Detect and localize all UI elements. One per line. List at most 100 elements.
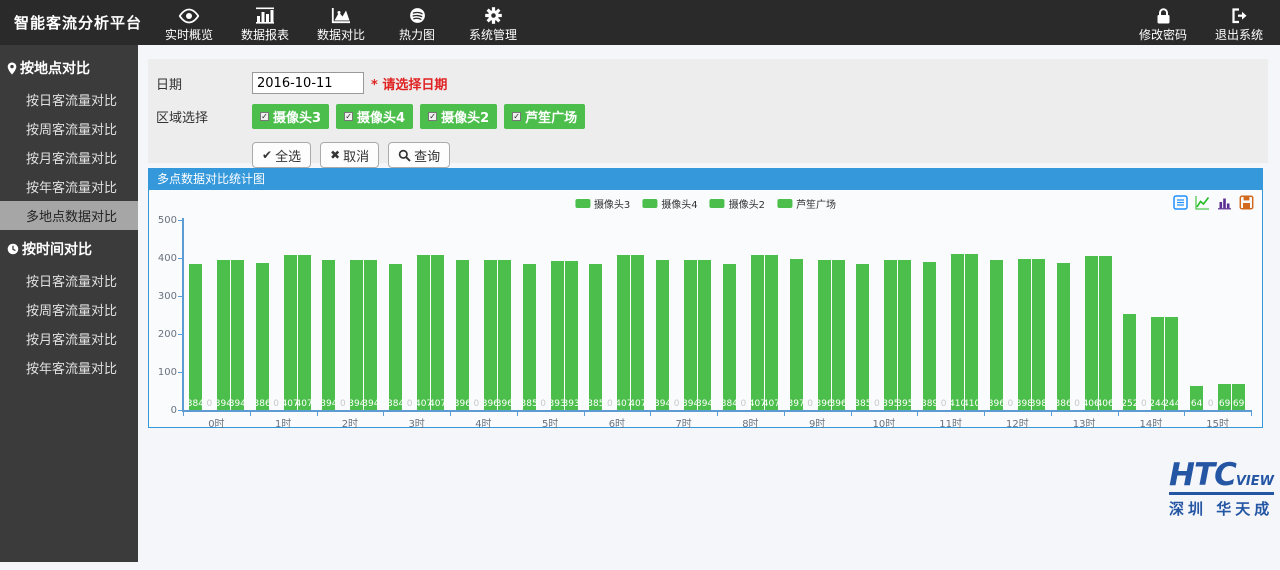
top-action-2[interactable]: 退出系统 [1208,3,1270,43]
sidebar-item-1-4[interactable]: 按年客流量对比 [0,172,138,201]
bar-芦笙广场-12时[interactable] [1032,259,1045,410]
bar-摄像头2-4时[interactable] [484,260,497,410]
bar-芦笙广场-13时[interactable] [1099,256,1112,410]
bar-摄像头2-3时[interactable] [417,255,430,410]
bar-芦笙广场-2时[interactable] [364,260,377,410]
bar-摄像头3-6时[interactable] [589,264,602,410]
nav-item-5[interactable]: 系统管理 [462,3,524,43]
select-all-button[interactable]: ✔ 全选 [252,142,311,168]
bar-摄像头3-2时[interactable] [322,260,335,410]
bar-摄像头2-12时[interactable] [1018,259,1031,410]
bar-摄像头3-3时[interactable] [389,264,402,410]
bar-芦笙广场-0时[interactable] [231,260,244,410]
region-toggle-2[interactable]: ✓摄像头4 [336,104,413,129]
bar-摄像头2-9时[interactable] [818,260,831,410]
bar-摄像头2-6时[interactable] [617,255,630,410]
x-tick-label: 1时 [275,415,291,430]
sidebar-item-2-2[interactable]: 按周客流量对比 [0,295,138,324]
eye-icon [178,5,200,24]
legend-item-2[interactable]: 摄像头4 [642,196,697,211]
sidebar-item-2-1[interactable]: 按日客流量对比 [0,266,138,295]
query-button[interactable]: 查询 [388,142,450,168]
x-tick-label: 9时 [809,415,825,430]
region-toggle-1[interactable]: ✓摄像头3 [252,104,329,129]
x-tick-label: 7时 [675,415,691,430]
bar-摄像头3-13时[interactable] [1057,263,1070,410]
y-tick-label: 0 [151,405,177,416]
x-axis-tick [984,412,985,416]
checkbox-icon[interactable]: ✓ [512,112,521,121]
bar-芦笙广场-11时[interactable] [965,254,978,410]
bar-芦笙广场-14时[interactable] [1165,317,1178,410]
bar-芦笙广场-9时[interactable] [832,260,845,410]
bar-摄像头2-14时[interactable] [1151,317,1164,410]
bar-芦笙广场-7时[interactable] [698,260,711,410]
bar-摄像头3-12时[interactable] [990,260,1003,410]
top-action-label: 退出系统 [1215,26,1263,43]
region-toggle-3[interactable]: ✓摄像头2 [420,104,497,129]
bar-芦笙广场-4时[interactable] [498,260,511,410]
top-actions: 修改密码退出系统 [1132,3,1280,43]
data-view-icon[interactable] [1173,195,1188,210]
x-axis-tick [584,412,585,416]
bar-芦笙广场-3时[interactable] [431,255,444,410]
checkbox-icon[interactable]: ✓ [344,112,353,121]
main-content: 日期 * 请选择日期 区域选择 ✓摄像头3✓摄像头4✓摄像头2✓芦笙广场 ✔ 全… [138,45,1280,562]
bar-摄像头3-11时[interactable] [923,262,936,410]
nav-item-1[interactable]: 实时概览 [158,3,220,43]
nav-item-4[interactable]: 热力图 [386,3,448,43]
sidebar-item-1-1[interactable]: 按日客流量对比 [0,85,138,114]
bar-摄像头2-8时[interactable] [751,255,764,410]
bar-摄像头2-7时[interactable] [684,260,697,410]
bar-摄像头3-0时[interactable] [189,264,202,410]
legend-item-1[interactable]: 摄像头3 [575,196,630,211]
nav-item-3[interactable]: 数据对比 [310,3,372,43]
checkbox-icon[interactable]: ✓ [260,112,269,121]
nav-item-2[interactable]: 数据报表 [234,3,296,43]
bar-chart-icon[interactable] [1217,195,1232,210]
bar-摄像头2-5时[interactable] [551,261,564,410]
top-action-1[interactable]: 修改密码 [1132,3,1194,43]
bar-芦笙广场-10时[interactable] [898,260,911,410]
y-tick-mark [178,258,182,259]
x-tick-label: 11时 [939,415,962,430]
bar-摄像头3-1时[interactable] [256,263,269,410]
bar-芦笙广场-1时[interactable] [298,255,311,410]
bar-value-label: 386 [254,399,271,409]
checkbox-icon[interactable]: ✓ [428,112,437,121]
bar-摄像头3-8时[interactable] [723,264,736,410]
bar-摄像头2-11时[interactable] [951,254,964,410]
bar-摄像头3-9时[interactable] [790,259,803,410]
date-input[interactable] [252,72,364,94]
save-image-icon[interactable] [1239,195,1254,210]
bar-摄像头2-10时[interactable] [884,260,897,410]
bar-芦笙广场-6时[interactable] [631,255,644,410]
bar-value-label: 394 [654,399,671,409]
bar-摄像头3-7时[interactable] [656,260,669,410]
legend-item-3[interactable]: 摄像头2 [710,196,765,211]
line-chart-icon[interactable] [1195,195,1210,210]
top-bar: 智能客流分析平台 实时概览数据报表数据对比热力图系统管理 修改密码退出系统 [0,0,1280,45]
bar-摄像头3-5时[interactable] [523,264,536,410]
sidebar-item-1-3[interactable]: 按月客流量对比 [0,143,138,172]
sidebar-item-1-5[interactable]: 多地点数据对比 [0,201,138,230]
legend-item-4[interactable]: 芦笙广场 [777,196,836,211]
bar-摄像头2-2时[interactable] [350,260,363,410]
bar-芦笙广场-8时[interactable] [765,255,778,410]
bar-摄像头3-14时[interactable] [1123,314,1136,410]
bar-value-label: 244 [1163,399,1180,409]
date-label: 日期 [156,74,252,93]
report-bars-icon [255,5,275,24]
sidebar-item-2-4[interactable]: 按年客流量对比 [0,353,138,382]
sidebar-item-1-2[interactable]: 按周客流量对比 [0,114,138,143]
bar-芦笙广场-5时[interactable] [565,261,578,410]
bar-摄像头2-0时[interactable] [217,260,230,410]
sidebar-item-2-3[interactable]: 按月客流量对比 [0,324,138,353]
bar-摄像头2-13时[interactable] [1085,256,1098,410]
bar-摄像头3-10时[interactable] [856,264,869,410]
cancel-button[interactable]: ✖ 取消 [320,142,379,168]
bar-摄像头2-1时[interactable] [284,255,297,410]
bar-value-label: 394 [229,399,246,409]
bar-摄像头3-4时[interactable] [456,260,469,410]
region-toggle-4[interactable]: ✓芦笙广场 [504,104,585,129]
